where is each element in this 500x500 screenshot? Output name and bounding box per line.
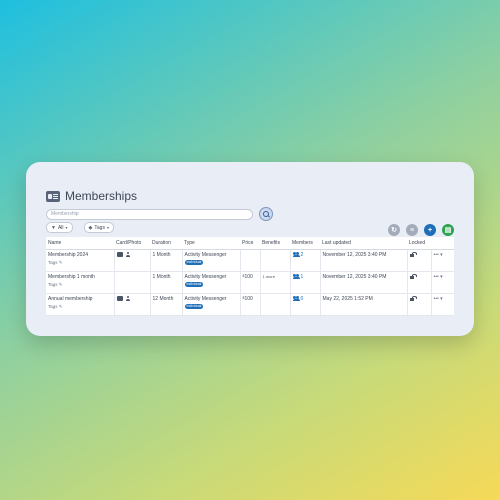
last-updated: May 22, 2025 1:52 PM [319,293,407,316]
filter-bar: ▼ All ▾ ◆ Tags ▾ [46,222,125,233]
filter-tags-dropdown[interactable]: ◆ Tags ▾ [83,222,114,233]
id-card-icon [46,190,60,202]
members-icon [292,252,300,258]
photo-icon [126,252,131,258]
membership-name[interactable]: Annual membership [48,296,92,302]
members-icon [292,274,300,280]
table-row[interactable]: Annual membership Tags ✎ 12 Month Activit… [46,293,454,316]
column-header-last-updated[interactable]: Last updated [320,237,407,250]
filter-all-label: All [57,224,64,231]
duration: 12 Month [149,293,182,316]
search-button[interactable] [259,207,273,221]
refresh-button[interactable]: ↻ [388,224,400,236]
filter-icon: ▼ [51,224,56,231]
toolbar-actions: ↻ ≡ + ▤ [382,224,454,236]
table-row[interactable]: Membership 2024 Tags ✎ 1 Month Activity M… [46,249,454,272]
members-count[interactable]: 1 [301,274,304,280]
memberships-table: Name Card/Photo Duration Type Price Bene… [46,237,454,316]
benefits[interactable]: 1 more [259,271,290,294]
column-header-benefits[interactable]: Benefits [260,237,290,250]
benefits [259,249,290,272]
lock-icon [409,296,417,301]
row-actions-menu[interactable]: ••• ▾ [430,293,454,316]
table-row[interactable]: Membership 1 month Tags ✎ 1 Month Activit… [46,271,454,294]
last-updated: November 12, 2025 3:40 PM [319,249,407,272]
lock-icon [409,274,417,279]
column-header-duration[interactable]: Duration [150,237,182,250]
type: Activity Messenger [184,252,227,258]
memberships-panel: Memberships Membership ▼ All ▾ ◆ Tags ▾ … [26,162,474,336]
type: Activity Messenger [184,296,227,302]
row-actions-menu[interactable]: ••• ▾ [430,249,454,272]
duration: 1 Month [149,249,182,272]
filter-tags-label: Tags [94,224,105,231]
table-header-row: Name Card/Photo Duration Type Price Bene… [46,237,454,250]
filter-all-dropdown[interactable]: ▼ All ▾ [46,222,73,233]
page-title: Memberships [65,189,138,203]
type-badge: Individual [184,304,204,309]
export-excel-button[interactable]: ▤ [442,224,454,236]
photo-icon [126,296,131,302]
type: Activity Messenger [184,274,227,280]
type-badge: Individual [184,260,204,265]
tags-link[interactable]: Tags ✎ [48,304,112,310]
membership-name[interactable]: Membership 1 month [48,274,95,280]
excel-icon: ▤ [444,227,452,234]
columns-icon: ≡ [409,226,415,234]
members-icon [292,296,300,302]
search-input[interactable]: Membership [46,208,253,220]
search-row: Membership [46,207,273,221]
tag-icon: ◆ [88,224,93,231]
column-header-type[interactable]: Type [182,237,240,250]
refresh-icon: ↻ [391,227,397,234]
chevron-down-icon: ▾ [65,225,68,230]
members-count[interactable]: 2 [301,252,304,258]
column-header-name[interactable]: Name [46,237,114,250]
members-count[interactable]: 0 [301,296,304,302]
membership-name[interactable]: Membership 2024 [48,252,88,258]
price: 100 [244,296,253,302]
duration: 1 Month [149,271,182,294]
column-header-locked[interactable]: Locked [407,237,431,250]
add-button[interactable]: + [424,224,436,236]
columns-button[interactable]: ≡ [406,224,418,236]
page-header: Memberships [46,189,137,203]
benefits [259,293,290,316]
column-header-actions [431,237,454,250]
column-header-price[interactable]: Price [240,237,260,250]
lock-icon [409,252,417,257]
column-header-members[interactable]: Members [290,237,320,250]
column-header-card-photo[interactable]: Card/Photo [114,237,150,250]
type-badge: Individual [184,282,204,287]
tags-link[interactable]: Tags ✎ [48,260,112,266]
card-icon [116,296,123,302]
plus-icon: + [427,226,433,234]
tags-link[interactable]: Tags ✎ [48,282,112,288]
price: 100 [244,274,253,280]
card-icon [116,252,123,258]
row-actions-menu[interactable]: ••• ▾ [430,271,454,294]
chevron-down-icon: ▾ [106,225,109,230]
last-updated: November 12, 2025 3:40 PM [319,271,407,294]
